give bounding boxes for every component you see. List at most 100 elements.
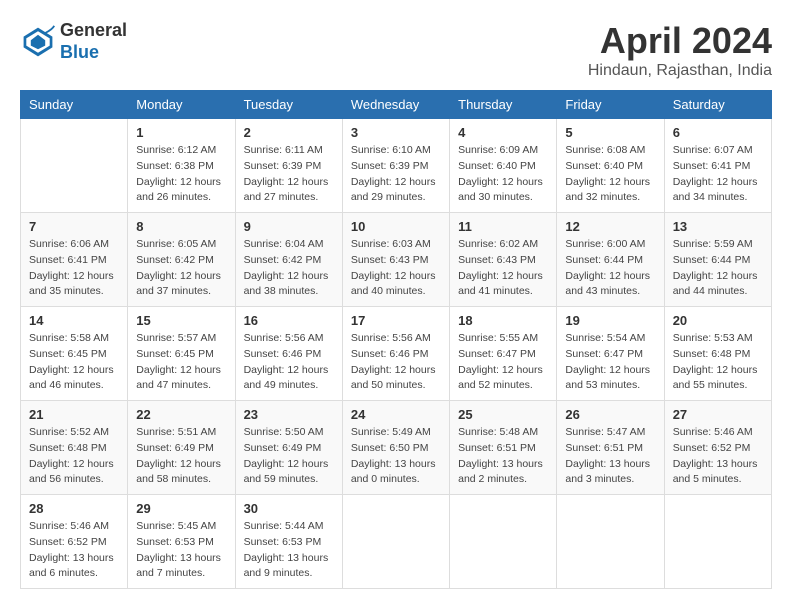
calendar-week-row: 7 Sunrise: 6:06 AMSunset: 6:41 PMDaylight… [21,213,772,307]
calendar-cell: 15 Sunrise: 5:57 AMSunset: 6:45 PMDayligh… [128,307,235,401]
calendar-cell: 21 Sunrise: 5:52 AMSunset: 6:48 PMDayligh… [21,401,128,495]
day-info: Sunrise: 5:46 AMSunset: 6:52 PMDaylight:… [29,519,119,582]
header-sunday: Sunday [21,91,128,119]
day-number: 16 [244,313,334,328]
day-info: Sunrise: 5:56 AMSunset: 6:46 PMDaylight:… [351,331,441,394]
day-info: Sunrise: 5:54 AMSunset: 6:47 PMDaylight:… [565,331,655,394]
day-number: 22 [136,407,226,422]
day-number: 21 [29,407,119,422]
logo-text: General Blue [60,20,127,63]
calendar-cell: 19 Sunrise: 5:54 AMSunset: 6:47 PMDayligh… [557,307,664,401]
calendar-week-row: 14 Sunrise: 5:58 AMSunset: 6:45 PMDayligh… [21,307,772,401]
day-number: 5 [565,125,655,140]
day-info: Sunrise: 6:08 AMSunset: 6:40 PMDaylight:… [565,143,655,206]
calendar-cell [21,119,128,213]
page-header: General Blue April 2024 Hindaun, Rajasth… [20,20,772,80]
day-info: Sunrise: 5:50 AMSunset: 6:49 PMDaylight:… [244,425,334,488]
day-number: 7 [29,219,119,234]
day-number: 27 [673,407,763,422]
day-number: 14 [29,313,119,328]
day-info: Sunrise: 6:11 AMSunset: 6:39 PMDaylight:… [244,143,334,206]
logo-blue-text: Blue [60,42,99,62]
day-number: 17 [351,313,441,328]
day-info: Sunrise: 6:06 AMSunset: 6:41 PMDaylight:… [29,237,119,300]
day-info: Sunrise: 6:10 AMSunset: 6:39 PMDaylight:… [351,143,441,206]
day-number: 8 [136,219,226,234]
day-info: Sunrise: 6:02 AMSunset: 6:43 PMDaylight:… [458,237,548,300]
day-info: Sunrise: 5:59 AMSunset: 6:44 PMDaylight:… [673,237,763,300]
day-number: 15 [136,313,226,328]
day-info: Sunrise: 5:47 AMSunset: 6:51 PMDaylight:… [565,425,655,488]
calendar-cell: 18 Sunrise: 5:55 AMSunset: 6:47 PMDayligh… [450,307,557,401]
calendar-cell: 29Sunrise: 5:45 AMSunset: 6:53 PMDayligh… [128,495,235,589]
calendar-cell: 8Sunrise: 6:05 AMSunset: 6:42 PMDaylight… [128,213,235,307]
day-info: Sunrise: 6:03 AMSunset: 6:43 PMDaylight:… [351,237,441,300]
calendar-cell [342,495,449,589]
day-info: Sunrise: 5:57 AMSunset: 6:45 PMDaylight:… [136,331,226,394]
calendar-week-row: 28 Sunrise: 5:46 AMSunset: 6:52 PMDayligh… [21,495,772,589]
calendar-cell: 27 Sunrise: 5:46 AMSunset: 6:52 PMDayligh… [664,401,771,495]
day-info: Sunrise: 6:12 AMSunset: 6:38 PMDaylight:… [136,143,226,206]
calendar-cell: 26Sunrise: 5:47 AMSunset: 6:51 PMDayligh… [557,401,664,495]
calendar-cell: 12Sunrise: 6:00 AMSunset: 6:44 PMDayligh… [557,213,664,307]
calendar-week-row: 21 Sunrise: 5:52 AMSunset: 6:48 PMDayligh… [21,401,772,495]
day-number: 28 [29,501,119,516]
day-number: 13 [673,219,763,234]
calendar-cell: 25 Sunrise: 5:48 AMSunset: 6:51 PMDayligh… [450,401,557,495]
calendar-cell: 1 Sunrise: 6:12 AMSunset: 6:38 PMDaylight… [128,119,235,213]
calendar-cell: 4Sunrise: 6:09 AMSunset: 6:40 PMDaylight… [450,119,557,213]
calendar-cell: 17 Sunrise: 5:56 AMSunset: 6:46 PMDayligh… [342,307,449,401]
calendar-cell: 10 Sunrise: 6:03 AMSunset: 6:43 PMDayligh… [342,213,449,307]
calendar-cell: 11 Sunrise: 6:02 AMSunset: 6:43 PMDayligh… [450,213,557,307]
calendar-cell: 2 Sunrise: 6:11 AMSunset: 6:39 PMDaylight… [235,119,342,213]
day-info: Sunrise: 5:55 AMSunset: 6:47 PMDaylight:… [458,331,548,394]
day-info: Sunrise: 5:49 AMSunset: 6:50 PMDaylight:… [351,425,441,488]
day-number: 4 [458,125,548,140]
calendar-cell: 23 Sunrise: 5:50 AMSunset: 6:49 PMDayligh… [235,401,342,495]
day-number: 1 [136,125,226,140]
calendar-cell: 7 Sunrise: 6:06 AMSunset: 6:41 PMDaylight… [21,213,128,307]
calendar-cell [664,495,771,589]
day-number: 9 [244,219,334,234]
calendar-cell: 30 Sunrise: 5:44 AMSunset: 6:53 PMDayligh… [235,495,342,589]
day-info: Sunrise: 5:44 AMSunset: 6:53 PMDaylight:… [244,519,334,582]
calendar-cell: 20Sunrise: 5:53 AMSunset: 6:48 PMDayligh… [664,307,771,401]
calendar-week-row: 1 Sunrise: 6:12 AMSunset: 6:38 PMDaylight… [21,119,772,213]
day-info: Sunrise: 5:52 AMSunset: 6:48 PMDaylight:… [29,425,119,488]
day-info: Sunrise: 5:53 AMSunset: 6:48 PMDaylight:… [673,331,763,394]
day-info: Sunrise: 6:04 AMSunset: 6:42 PMDaylight:… [244,237,334,300]
calendar-cell: 9 Sunrise: 6:04 AMSunset: 6:42 PMDaylight… [235,213,342,307]
calendar-cell: 3 Sunrise: 6:10 AMSunset: 6:39 PMDaylight… [342,119,449,213]
calendar-cell [450,495,557,589]
day-number: 19 [565,313,655,328]
day-number: 30 [244,501,334,516]
day-number: 6 [673,125,763,140]
calendar-cell: 6Sunrise: 6:07 AMSunset: 6:41 PMDaylight… [664,119,771,213]
day-info: Sunrise: 5:46 AMSunset: 6:52 PMDaylight:… [673,425,763,488]
day-number: 23 [244,407,334,422]
header-saturday: Saturday [664,91,771,119]
day-number: 12 [565,219,655,234]
calendar-table: SundayMondayTuesdayWednesdayThursdayFrid… [20,90,772,589]
day-info: Sunrise: 5:51 AMSunset: 6:49 PMDaylight:… [136,425,226,488]
day-number: 29 [136,501,226,516]
logo: General Blue [20,20,127,63]
logo-general-text: General [60,20,127,40]
day-info: Sunrise: 5:56 AMSunset: 6:46 PMDaylight:… [244,331,334,394]
header-friday: Friday [557,91,664,119]
day-number: 3 [351,125,441,140]
day-number: 11 [458,219,548,234]
calendar-cell [557,495,664,589]
day-number: 25 [458,407,548,422]
day-number: 10 [351,219,441,234]
calendar-cell: 22 Sunrise: 5:51 AMSunset: 6:49 PMDayligh… [128,401,235,495]
calendar-cell: 5 Sunrise: 6:08 AMSunset: 6:40 PMDaylight… [557,119,664,213]
day-info: Sunrise: 5:58 AMSunset: 6:45 PMDaylight:… [29,331,119,394]
day-number: 18 [458,313,548,328]
calendar-cell: 16 Sunrise: 5:56 AMSunset: 6:46 PMDayligh… [235,307,342,401]
calendar-cell: 24Sunrise: 5:49 AMSunset: 6:50 PMDayligh… [342,401,449,495]
calendar-cell: 14 Sunrise: 5:58 AMSunset: 6:45 PMDayligh… [21,307,128,401]
day-info: Sunrise: 5:48 AMSunset: 6:51 PMDaylight:… [458,425,548,488]
header-wednesday: Wednesday [342,91,449,119]
day-number: 2 [244,125,334,140]
